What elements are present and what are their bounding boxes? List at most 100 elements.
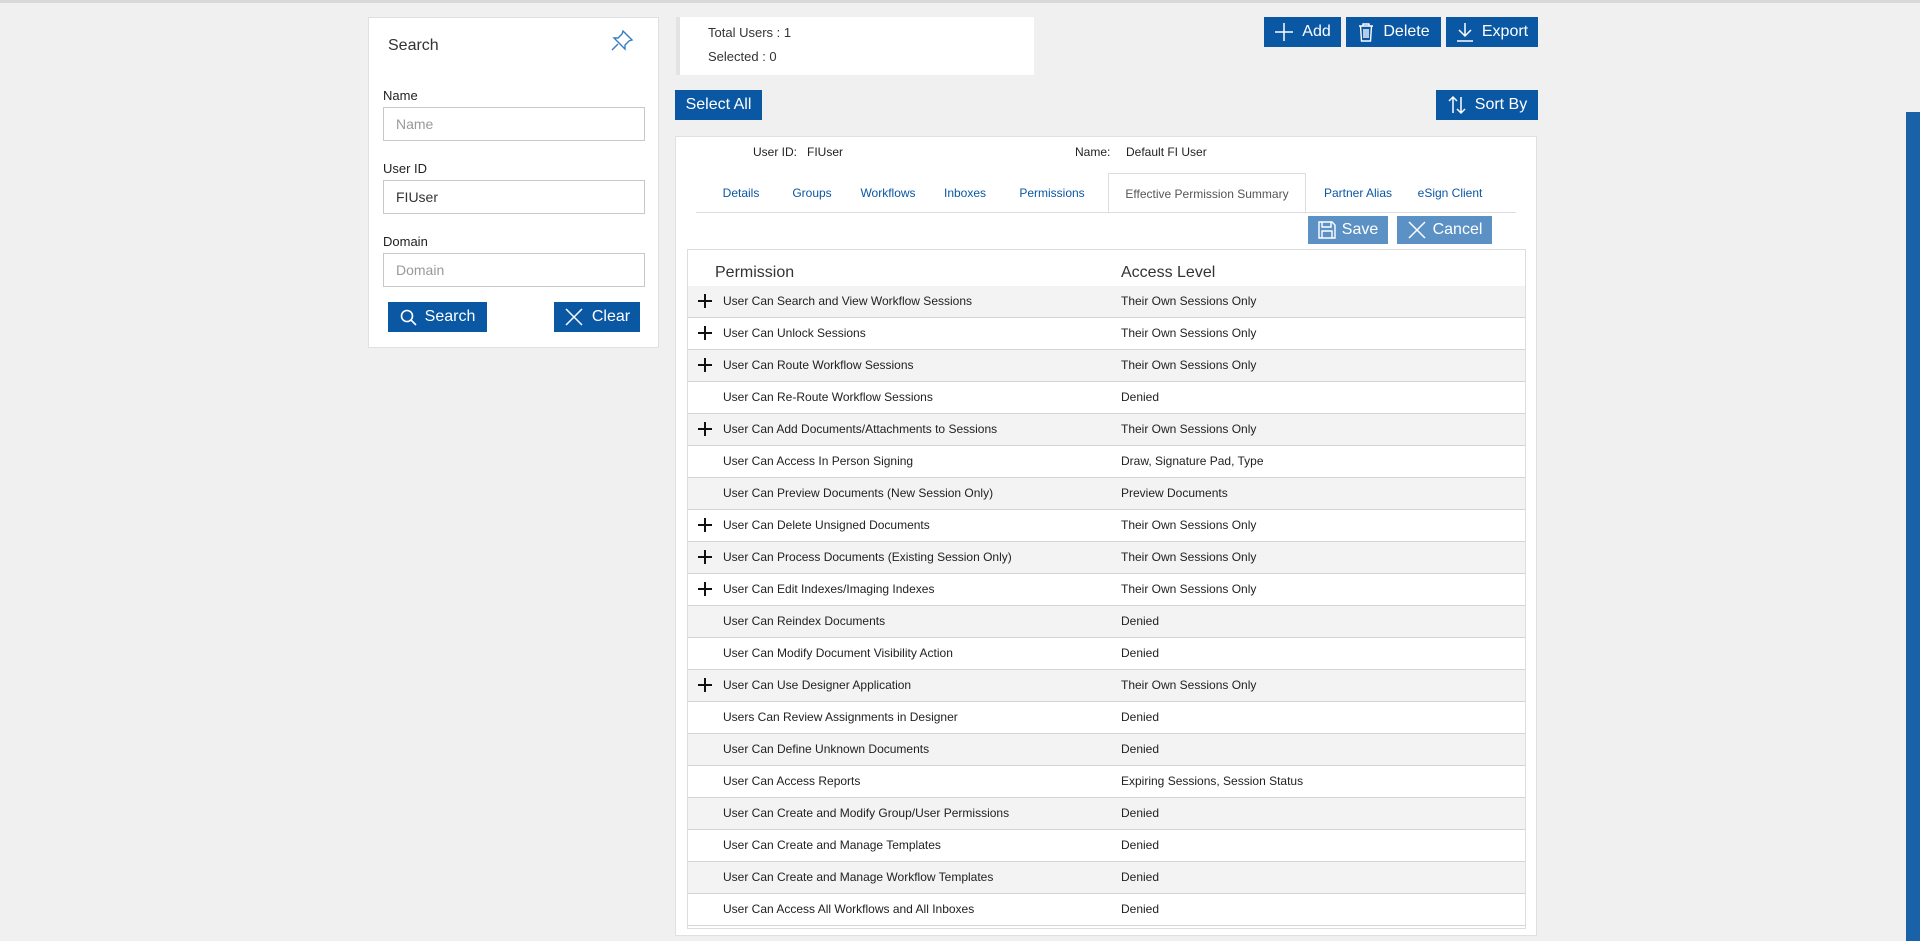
total-users-text: Total Users : 1 [708, 25, 792, 40]
search-panel-title: Search [388, 37, 439, 54]
access-level-value: Their Own Sessions Only [1121, 326, 1257, 340]
table-row[interactable]: User Can Reindex Documents Denied [688, 606, 1525, 638]
clear-button[interactable]: Clear [554, 302, 640, 332]
access-level-value: Their Own Sessions Only [1121, 422, 1257, 436]
tab-effective-permission-summary[interactable]: Effective Permission Summary [1108, 173, 1306, 214]
table-row[interactable]: User Can Modify Document Visibility Acti… [688, 638, 1525, 670]
table-row[interactable]: User Can Preview Documents (New Session … [688, 478, 1525, 510]
delete-button-label: Delete [1383, 23, 1430, 40]
user-id-input[interactable] [383, 180, 645, 214]
table-row[interactable]: User Can Re-Route Workflow Sessions Denie… [688, 382, 1525, 414]
permission-grid: Permission Access Level User Can Search … [687, 249, 1526, 929]
tab-details[interactable]: Details [706, 173, 776, 213]
access-level-value: Their Own Sessions Only [1121, 358, 1257, 372]
permission-name: User Can Access In Person Signing [723, 454, 914, 468]
pin-icon[interactable] [609, 28, 635, 54]
tab-inboxes[interactable]: Inboxes [932, 173, 998, 213]
expand-plus-icon[interactable] [697, 581, 713, 597]
table-row[interactable]: User Can Define Unknown Documents Denied [688, 734, 1525, 766]
cancel-button[interactable]: Cancel [1397, 216, 1492, 244]
table-row[interactable]: User Can Delete Unsigned Documents Their … [688, 510, 1525, 542]
table-row[interactable]: User Can Create and Manage Workflow Temp… [688, 862, 1525, 894]
search-button[interactable]: Search [388, 302, 487, 332]
tab-bar: Details Groups Workflows Inboxes Permiss… [676, 173, 1536, 214]
access-level-value: Their Own Sessions Only [1121, 678, 1257, 692]
tab-esign-client[interactable]: eSign Client [1410, 173, 1490, 213]
search-button-label: Search [424, 308, 476, 325]
table-row[interactable]: User Can Use Designer Application Their O… [688, 670, 1525, 702]
permission-name: User Can Unlock Sessions [723, 326, 866, 340]
permission-name: User Can Define Unknown Documents [723, 742, 930, 756]
name-input[interactable] [383, 107, 645, 141]
access-level-value: Their Own Sessions Only [1121, 582, 1257, 596]
permission-name: User Can Modify Document Visibility Acti… [723, 646, 953, 660]
expand-plus-icon[interactable] [697, 325, 713, 341]
table-row[interactable]: User Can Create and Manage Templates Deni… [688, 830, 1525, 862]
user-id-header-label: User ID: [753, 145, 798, 159]
permission-name: User Can Access Reports [723, 774, 861, 788]
permission-name: User Can Create and Modify Group/User Pe… [723, 806, 1010, 820]
permission-name: User Can Re-Route Workflow Sessions [723, 390, 933, 404]
tab-groups[interactable]: Groups [780, 173, 844, 213]
access-level-value: Denied [1121, 710, 1160, 724]
table-row[interactable]: User Can Route Workflow Sessions Their Ow… [688, 350, 1525, 382]
permission-name: User Can Reindex Documents [723, 614, 886, 628]
domain-input[interactable] [383, 253, 645, 287]
access-level-value: Denied [1121, 390, 1160, 404]
download-icon [1456, 23, 1473, 42]
tab-divider [696, 212, 1516, 213]
expand-plus-icon[interactable] [697, 421, 713, 437]
table-row[interactable]: User Can Edit Indexes/Imaging Indexes The… [688, 574, 1525, 606]
access-level-value: Denied [1121, 838, 1160, 852]
access-level-value: Denied [1121, 614, 1160, 628]
permission-name: User Can Delete Unsigned Documents [723, 518, 930, 532]
permission-name: User Can Route Workflow Sessions [723, 358, 914, 372]
sort-by-label: Sort By [1474, 96, 1528, 113]
tab-permissions[interactable]: Permissions [1006, 173, 1098, 213]
table-row[interactable]: Users Can Review Assignments in Designer… [688, 702, 1525, 734]
grid-header: Permission Access Level [688, 250, 1525, 286]
table-row[interactable]: User Can Unlock Sessions Their Own Sessio… [688, 318, 1525, 350]
clear-button-label: Clear [591, 308, 631, 325]
expand-plus-icon[interactable] [697, 549, 713, 565]
table-row[interactable]: User Can Access Reports Expiring Sessions… [688, 766, 1525, 798]
top-bar [0, 0, 1920, 3]
table-row[interactable]: User Can Access In Person Signing Draw, S… [688, 446, 1525, 478]
access-level-value: Denied [1121, 870, 1160, 884]
permission-name: User Can Edit Indexes/Imaging Indexes [723, 582, 935, 596]
tab-workflows[interactable]: Workflows [850, 173, 926, 213]
permission-name: User Can Access All Workflows and All In… [723, 902, 975, 916]
permission-name: Users Can Review Assignments in Designer [723, 710, 958, 724]
table-row[interactable]: User Can Search and View Workflow Sessio… [688, 286, 1525, 318]
search-panel: Search Name User ID Domain Search Clear [368, 17, 659, 348]
tab-partner-alias[interactable]: Partner Alias [1316, 173, 1400, 213]
user-id-header-value: FIUser [807, 145, 843, 159]
select-all-button[interactable]: Select All [675, 90, 762, 120]
access-level-value: Draw, Signature Pad, Type [1121, 454, 1264, 468]
table-row[interactable]: User Can Add Documents/Attachments to Se… [688, 414, 1525, 446]
delete-button[interactable]: Delete [1346, 17, 1441, 47]
table-row[interactable]: User Can Process Documents (Existing Ses… [688, 542, 1525, 574]
expand-plus-icon[interactable] [697, 357, 713, 373]
access-level-value: Their Own Sessions Only [1121, 550, 1257, 564]
add-button[interactable]: Add [1264, 17, 1341, 47]
export-button[interactable]: Export [1446, 17, 1538, 47]
table-row[interactable]: User Can Create and Modify Group/User Pe… [688, 798, 1525, 830]
name-header-label: Name: [1075, 145, 1111, 159]
plus-icon [1275, 23, 1294, 41]
close-icon [565, 308, 583, 326]
selected-count-text: Selected : 0 [708, 49, 777, 64]
export-button-label: Export [1481, 23, 1529, 40]
vertical-scrollbar[interactable] [1906, 112, 1920, 941]
save-icon [1318, 221, 1336, 239]
access-level-value: Denied [1121, 742, 1160, 756]
table-row[interactable]: User Can Access All Workflows and All In… [688, 894, 1525, 926]
sort-by-button[interactable]: Sort By [1436, 90, 1538, 120]
expand-plus-icon[interactable] [697, 517, 713, 533]
expand-plus-icon[interactable] [697, 677, 713, 693]
permission-name: User Can Add Documents/Attachments to Se… [723, 422, 998, 436]
permission-column-header[interactable]: Permission [715, 264, 794, 282]
save-button[interactable]: Save [1308, 216, 1388, 244]
access-level-column-header[interactable]: Access Level [1121, 264, 1215, 282]
expand-plus-icon[interactable] [697, 293, 713, 309]
